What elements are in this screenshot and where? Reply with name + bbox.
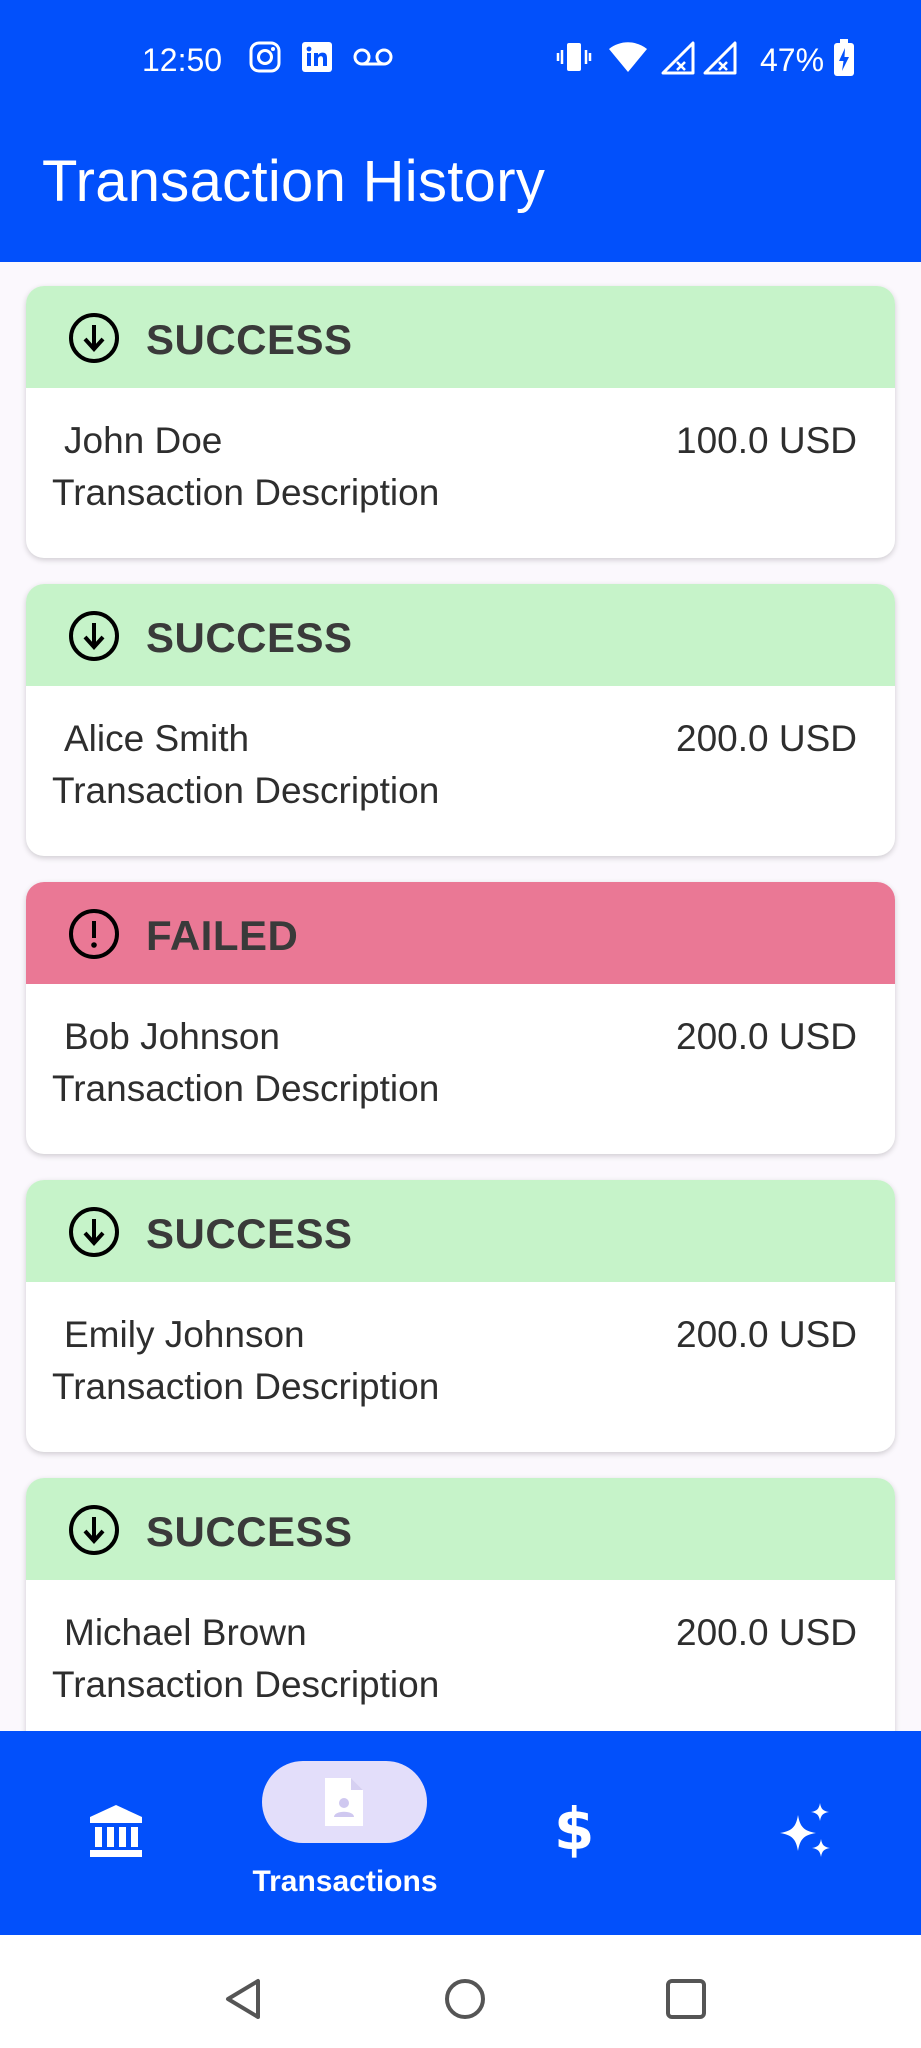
- document-person-icon: [325, 1778, 363, 1826]
- transaction-description: Transaction Description: [52, 1366, 440, 1407]
- recipient-name: Alice Smith: [64, 718, 250, 759]
- arrow-down-circle-icon: [69, 1505, 119, 1555]
- transaction-amount: 100.0 USD: [676, 420, 857, 461]
- arrow-down-circle-icon: [69, 313, 119, 363]
- status-header: SUCCESS: [26, 584, 895, 686]
- nav-item-sparkle[interactable]: [690, 1731, 921, 1935]
- top-app-bar: 12:50 47% Transaction History: [0, 0, 921, 262]
- nav-item-bank[interactable]: [0, 1731, 230, 1935]
- wifi-icon: [608, 40, 648, 79]
- nav-item-payments[interactable]: $: [460, 1731, 690, 1935]
- battery-charging-icon: [832, 38, 856, 83]
- transaction-amount: 200.0 USD: [676, 1016, 857, 1057]
- bank-icon: [90, 1805, 142, 1857]
- recipient-name: Emily Johnson: [64, 1314, 305, 1355]
- status-label: SUCCESS: [146, 1508, 353, 1555]
- status-label: FAILED: [146, 912, 299, 959]
- home-icon[interactable]: [443, 1977, 487, 2021]
- nav-item-transactions[interactable]: Transactions: [230, 1731, 460, 1935]
- status-header: FAILED: [26, 882, 895, 984]
- transaction-amount: 200.0 USD: [676, 1612, 857, 1653]
- transaction-description: Transaction Description: [52, 1664, 440, 1705]
- arrow-down-circle-icon: [69, 1207, 119, 1257]
- status-header: SUCCESS: [26, 1478, 895, 1580]
- vibrate-icon: [556, 40, 592, 79]
- recipient-name: Michael Brown: [64, 1612, 307, 1653]
- nav-label-transactions: Transactions: [252, 1865, 438, 1898]
- signal-icon: [660, 40, 696, 81]
- transaction-description: Transaction Description: [52, 472, 440, 513]
- status-header: SUCCESS: [26, 1180, 895, 1282]
- status-label: SUCCESS: [146, 1210, 353, 1257]
- transaction-description: Transaction Description: [52, 1068, 440, 1109]
- status-time: 12:50: [142, 42, 223, 78]
- transaction-amount: 200.0 USD: [676, 1314, 857, 1355]
- recipient-name: Bob Johnson: [64, 1016, 281, 1057]
- page-title: Transaction History: [42, 149, 546, 214]
- transaction-amount: 200.0 USD: [676, 718, 857, 759]
- back-icon[interactable]: [222, 1977, 266, 2021]
- bottom-navigation: Transactions $: [0, 1731, 921, 1935]
- status-bar: 12:50 47%: [0, 0, 921, 120]
- transaction-card[interactable]: SUCCESS John Doe 100.0 USD Transaction D…: [26, 286, 895, 558]
- status-header: SUCCESS: [26, 286, 895, 388]
- instagram-icon: [248, 40, 282, 79]
- status-label: SUCCESS: [146, 614, 353, 661]
- dollar-icon: $: [554, 1795, 595, 1863]
- transaction-card[interactable]: SUCCESS Emily Johnson 200.0 USD Transact…: [26, 1180, 895, 1452]
- transaction-card[interactable]: SUCCESS Michael Brown 200.0 USD Transact…: [26, 1478, 895, 1732]
- recents-icon[interactable]: [664, 1977, 708, 2021]
- arrow-down-circle-icon: [69, 611, 119, 661]
- system-navigation-bar: [0, 1935, 921, 2048]
- signal-icon: [702, 40, 738, 81]
- sparkle-icon: [780, 1803, 830, 1857]
- transaction-card[interactable]: FAILED Bob Johnson 200.0 USD Transaction…: [26, 882, 895, 1154]
- transaction-description: Transaction Description: [52, 770, 440, 811]
- voicemail-icon: [352, 46, 394, 73]
- transaction-card[interactable]: SUCCESS Alice Smith 200.0 USD Transactio…: [26, 584, 895, 856]
- transaction-list[interactable]: SUCCESS John Doe 100.0 USD Transaction D…: [0, 262, 921, 1732]
- recipient-name: John Doe: [64, 420, 223, 461]
- linkedin-icon: [300, 40, 334, 79]
- status-label: SUCCESS: [146, 316, 353, 363]
- exclamation-circle-icon: [69, 909, 119, 959]
- battery-percent: 47%: [760, 42, 825, 78]
